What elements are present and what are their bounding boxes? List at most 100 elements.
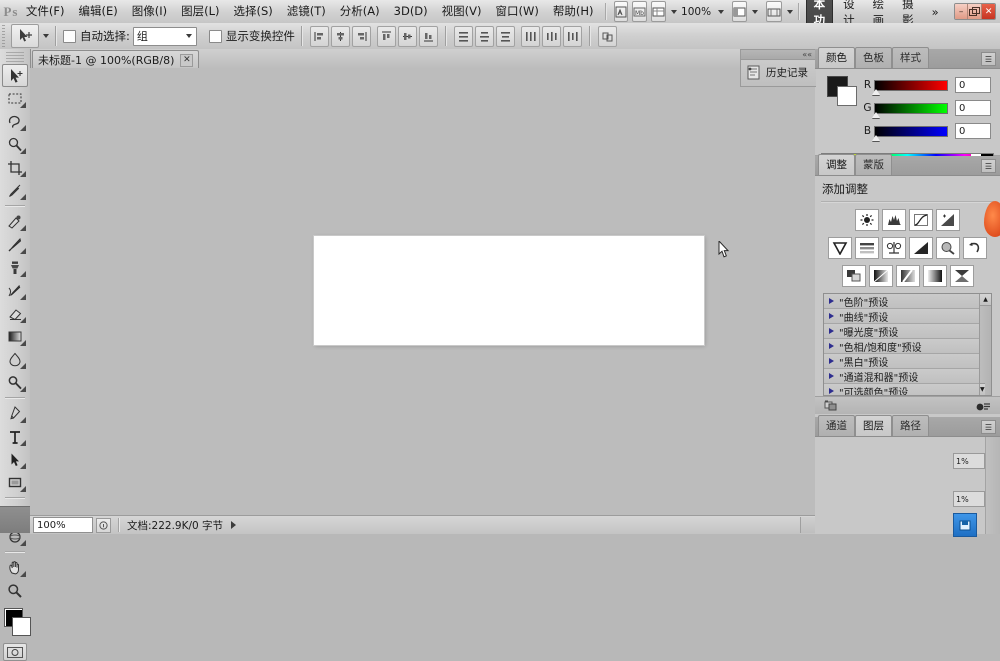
tool-flyout-indicator[interactable] [20,571,26,577]
channel-value-g[interactable]: 0 [955,100,991,116]
preset-row[interactable]: "曲线"预设 [824,309,991,324]
exposure-icon[interactable] [936,209,960,231]
clone-stamp-tool[interactable] [2,256,28,279]
menu-select[interactable]: 选择(S) [227,2,280,21]
preset-expand-triangle-icon[interactable] [829,358,834,364]
distribute-right-edges-button[interactable] [563,26,582,47]
tool-flyout-indicator[interactable] [20,540,26,546]
gradient-map-icon[interactable] [923,265,947,287]
distribute-vertical-centers-button[interactable] [475,26,494,47]
channel-slider-g[interactable] [874,103,948,114]
distribute-top-edges-button[interactable] [454,26,473,47]
align-top-edges-button[interactable] [377,26,396,47]
align-bottom-edges-button[interactable] [419,26,438,47]
brush-tool[interactable] [2,233,28,256]
layer-thumbnail[interactable] [953,513,977,537]
hue-saturation-icon[interactable] [855,237,879,259]
levels-icon[interactable] [882,209,906,231]
preset-expand-triangle-icon[interactable] [829,373,834,379]
tool-flyout-indicator[interactable] [20,125,26,131]
presets-scroll-down-icon[interactable]: ▼ [980,383,985,395]
adjustment-presets-list[interactable]: "色阶"预设"曲线"预设"曝光度"预设"色相/饱和度"预设"黑白"预设"通道混和… [823,293,992,396]
color-panel-swatches[interactable] [827,76,855,104]
background-color-swatch[interactable] [12,617,31,636]
preset-row[interactable]: "色阶"预设 [824,294,991,309]
tool-flyout-indicator[interactable] [20,194,26,200]
arrange-documents-button[interactable] [766,1,782,22]
minimize-button[interactable]: – [955,4,969,19]
tool-flyout-indicator[interactable] [20,171,26,177]
workspace-more-button[interactable]: » [924,2,947,22]
restore-button[interactable] [968,4,982,19]
pen-tool[interactable] [2,402,28,425]
menu-3d[interactable]: 3D(D) [387,2,435,21]
hand-tool[interactable] [2,556,28,579]
document-tab-close-icon[interactable]: ✕ [180,54,193,67]
menu-image[interactable]: 图像(I) [125,2,174,21]
lasso-tool[interactable] [2,110,28,133]
healing-brush-tool[interactable] [2,210,28,233]
adjustments-panel-menu-icon[interactable]: ☰ [981,159,996,173]
screen-mode-chevron-icon[interactable] [752,10,758,14]
layers-panel-tab-0[interactable]: 通道 [818,415,855,436]
status-info-button[interactable] [96,518,111,533]
menu-filter[interactable]: 滤镜(T) [280,2,333,21]
history-brush-tool[interactable] [2,279,28,302]
document-canvas[interactable] [314,236,704,345]
distribute-horizontal-centers-button[interactable] [542,26,561,47]
tools-panel-grip[interactable] [6,51,24,62]
align-horizontal-centers-button[interactable] [398,26,417,47]
tool-flyout-indicator[interactable] [20,363,26,369]
opacity-field[interactable]: 1% [953,453,985,469]
color-panel-background[interactable] [837,86,857,106]
tool-flyout-indicator[interactable] [20,317,26,323]
menu-edit[interactable]: 编辑(E) [72,2,125,21]
tool-flyout-indicator[interactable] [20,417,26,423]
channel-value-r[interactable]: 0 [955,77,991,93]
menu-analysis[interactable]: 分析(A) [333,2,387,21]
zoom-chevron-icon[interactable] [718,10,724,14]
document-tab[interactable]: 未标题-1 @ 100%(RGB/8) ✕ [32,50,199,69]
distribute-bottom-edges-button[interactable] [496,26,515,47]
adjustments-panel-tab-1[interactable]: 蒙版 [855,154,892,175]
dodge-tool[interactable] [2,371,28,394]
selective-color-icon[interactable] [950,265,974,287]
posterize-icon[interactable] [869,265,893,287]
channel-slider-b[interactable] [874,126,948,137]
channel-slider-thumb[interactable] [872,135,880,141]
close-button[interactable]: ✕ [982,4,995,19]
canvas-area[interactable] [30,68,816,515]
menu-help[interactable]: 帮助(H) [546,2,601,21]
auto-select-dropdown[interactable]: 组 [133,27,197,46]
delete-adjustment-button[interactable] [975,400,991,412]
eyedropper-tool[interactable] [2,179,28,202]
presets-scrollbar[interactable]: ▲ ▼ [979,294,991,395]
color-panel-tab-2[interactable]: 样式 [892,47,929,68]
fill-field[interactable]: 1% [953,491,985,507]
zoom-tool[interactable] [2,579,28,602]
marquee-tool[interactable] [2,87,28,110]
layers-panel-menu-icon[interactable]: ☰ [981,420,996,434]
photo-filter-icon[interactable] [936,237,960,259]
tool-flyout-indicator[interactable] [20,271,26,277]
gradient-tool[interactable] [2,325,28,348]
history-panel-collapsed[interactable]: «« 历史记录 [740,49,816,87]
menu-window[interactable]: 窗口(W) [489,2,546,21]
color-balance-icon[interactable] [882,237,906,259]
layers-panel-tab-1[interactable]: 图层 [855,415,892,436]
auto-align-layers-button[interactable] [598,26,617,47]
preset-expand-triangle-icon[interactable] [829,298,834,304]
channel-slider-thumb[interactable] [872,112,880,118]
horizontal-scrollbar-left[interactable] [800,517,815,533]
color-panel-tab-0[interactable]: 颜色 [818,47,855,68]
type-tool[interactable] [2,425,28,448]
blur-tool[interactable] [2,348,28,371]
layers-panel-tab-2[interactable]: 路径 [892,415,929,436]
auto-select-checkbox[interactable] [63,30,76,43]
tool-flyout-indicator[interactable] [20,463,26,469]
arrange-chevron-icon[interactable] [787,10,793,14]
preset-expand-triangle-icon[interactable] [829,313,834,319]
tool-flyout-indicator[interactable] [20,102,26,108]
bridge-button[interactable] [614,1,628,22]
move-tool[interactable] [2,64,28,87]
